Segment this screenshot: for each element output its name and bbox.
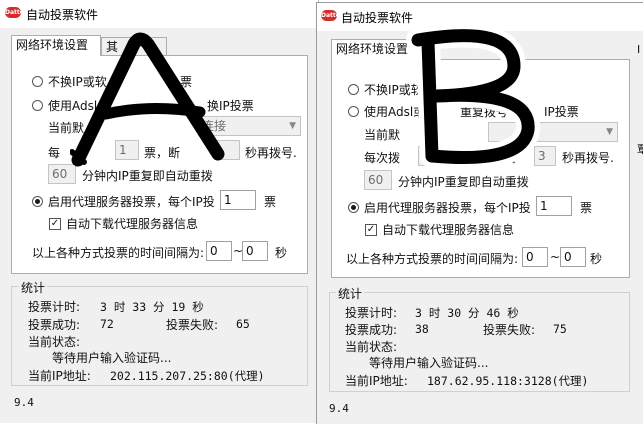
auto-download-label: 自动下载代理服务器信息	[66, 217, 199, 231]
edge-fragment: I	[637, 43, 641, 56]
success-label: 投票成功:	[28, 318, 81, 332]
proxy-unit: 票	[580, 201, 593, 215]
minutes-input[interactable]: 60	[364, 170, 392, 190]
ip-value: 187.62.95.118:3128(代理)	[427, 374, 589, 388]
radio-proxy[interactable]	[32, 196, 43, 207]
fail-label: 投票失败:	[483, 323, 536, 337]
status-label: 当前状态:	[28, 335, 81, 349]
title-bar: Datto 自动投票软件	[317, 3, 643, 31]
interval-from-input[interactable]: 0	[522, 247, 548, 267]
radio-no-switch[interactable]	[348, 84, 359, 95]
timer-label: 投票计时:	[345, 306, 398, 320]
interval-to-input[interactable]: 0	[242, 241, 268, 261]
edge-fragment: 覃	[637, 141, 643, 157]
every-label: 每次拨	[364, 151, 401, 165]
auto-download-checkbox[interactable]: ✓	[365, 224, 377, 236]
chevron-down-icon: ▼	[606, 127, 613, 137]
app-logo-icon: Datto	[321, 10, 340, 21]
redial-label: 秒再拨号.	[562, 151, 614, 165]
timer-value: 3 时 30 分 46 秒	[415, 306, 519, 320]
interval-label: 以上各种方式投票的时间间隔为:	[346, 252, 519, 266]
window-title: 自动投票软件	[26, 8, 99, 22]
fail-value: 75	[553, 322, 567, 336]
success-value: 72	[100, 317, 114, 331]
version-label: 9.4	[329, 402, 349, 415]
chevron-down-icon: ▼	[289, 121, 296, 131]
interval-sep: ~	[550, 250, 561, 264]
radio-adsl[interactable]	[32, 100, 43, 111]
fail-value: 65	[236, 317, 250, 331]
redial-label: 秒再拨号.	[245, 146, 297, 160]
interval-unit: 秒	[275, 246, 288, 260]
interval-unit: 秒	[590, 252, 603, 266]
letter-b-overlay: B	[406, 28, 541, 168]
success-value: 38	[415, 322, 429, 336]
timer-label: 投票计时:	[28, 300, 81, 314]
radio-adsl[interactable]	[348, 106, 359, 117]
radio-proxy[interactable]	[348, 202, 359, 213]
letter-a-overlay: A	[70, 32, 225, 167]
timer-value: 3 时 33 分 19 秒	[100, 300, 204, 314]
adsl-tail: IP投票	[544, 105, 579, 119]
status-label: 当前状态:	[345, 340, 398, 354]
stats-header: 统计	[19, 279, 48, 296]
every-label: 每	[48, 146, 61, 160]
window-title: 自动投票软件	[341, 11, 414, 25]
auto-download-label: 自动下载代理服务器信息	[382, 223, 515, 237]
radio-no-switch[interactable]	[32, 76, 43, 87]
success-label: 投票成功:	[345, 323, 398, 337]
ip-value: 202.115.207.25:80(代理)	[110, 369, 265, 383]
title-bar: Datto 自动投票软件	[0, 0, 318, 28]
fail-label: 投票失败:	[166, 318, 219, 332]
app-logo-icon: Datto	[5, 7, 24, 18]
interval-to-input[interactable]: 0	[560, 247, 586, 267]
interval-label: 以上各种方式投票的时间间隔为:	[32, 246, 205, 260]
interval-from-input[interactable]: 0	[206, 241, 232, 261]
minutes-label: 分钟内IP重复即自动重拨	[398, 175, 529, 189]
proxy-label: 启用代理服务器投票，每个IP投	[48, 195, 215, 209]
proxy-unit: 票	[264, 195, 277, 209]
auto-download-checkbox[interactable]: ✓	[49, 218, 61, 230]
current-default-label: 当前默	[364, 128, 401, 142]
status-value: 等待用户输入验证码...	[369, 356, 489, 370]
status-value: 等待用户输入验证码...	[52, 351, 172, 365]
proxy-votes-input[interactable]: 1	[536, 196, 572, 216]
stats-header: 统计	[336, 285, 365, 302]
ip-label: 当前IP地址:	[28, 369, 91, 383]
ip-label: 当前IP地址:	[345, 374, 408, 388]
proxy-votes-input[interactable]: 1	[220, 190, 256, 210]
proxy-label: 启用代理服务器投票，每个IP投	[364, 201, 531, 215]
version-label: 9.4	[14, 396, 34, 409]
